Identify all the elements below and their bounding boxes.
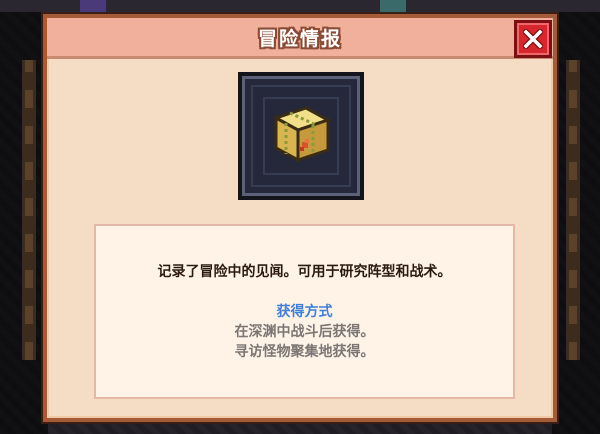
close-button[interactable] xyxy=(514,20,552,58)
dialog-title-bar: 冒险情报 xyxy=(47,18,553,59)
parcel-icon xyxy=(272,106,332,163)
backdrop-decoration xyxy=(80,0,106,12)
obtain-heading: 获得方式 xyxy=(276,304,333,320)
obtain-method: 寻访怪物聚集地获得。 xyxy=(234,344,375,360)
adventure-intel-dialog: 冒险情报 记录了冒险中的见闻。可用于研究阵型和战术。 获得方式 在深渊中战斗后获… xyxy=(43,14,557,422)
obtain-method: 在深渊中战斗后获得。 xyxy=(234,324,375,340)
close-icon xyxy=(523,29,543,49)
description-panel: 记录了冒险中的见闻。可用于研究阵型和战术。 获得方式 在深渊中战斗后获得。 寻访… xyxy=(94,224,515,399)
item-description: 记录了冒险中的见闻。可用于研究阵型和战术。 xyxy=(157,264,452,280)
dialog-title: 冒险情报 xyxy=(257,27,342,50)
backdrop-decoration xyxy=(380,0,406,12)
backdrop-left-pillar xyxy=(22,60,36,360)
backdrop-right-pillar xyxy=(566,60,580,360)
item-frame xyxy=(238,72,364,200)
